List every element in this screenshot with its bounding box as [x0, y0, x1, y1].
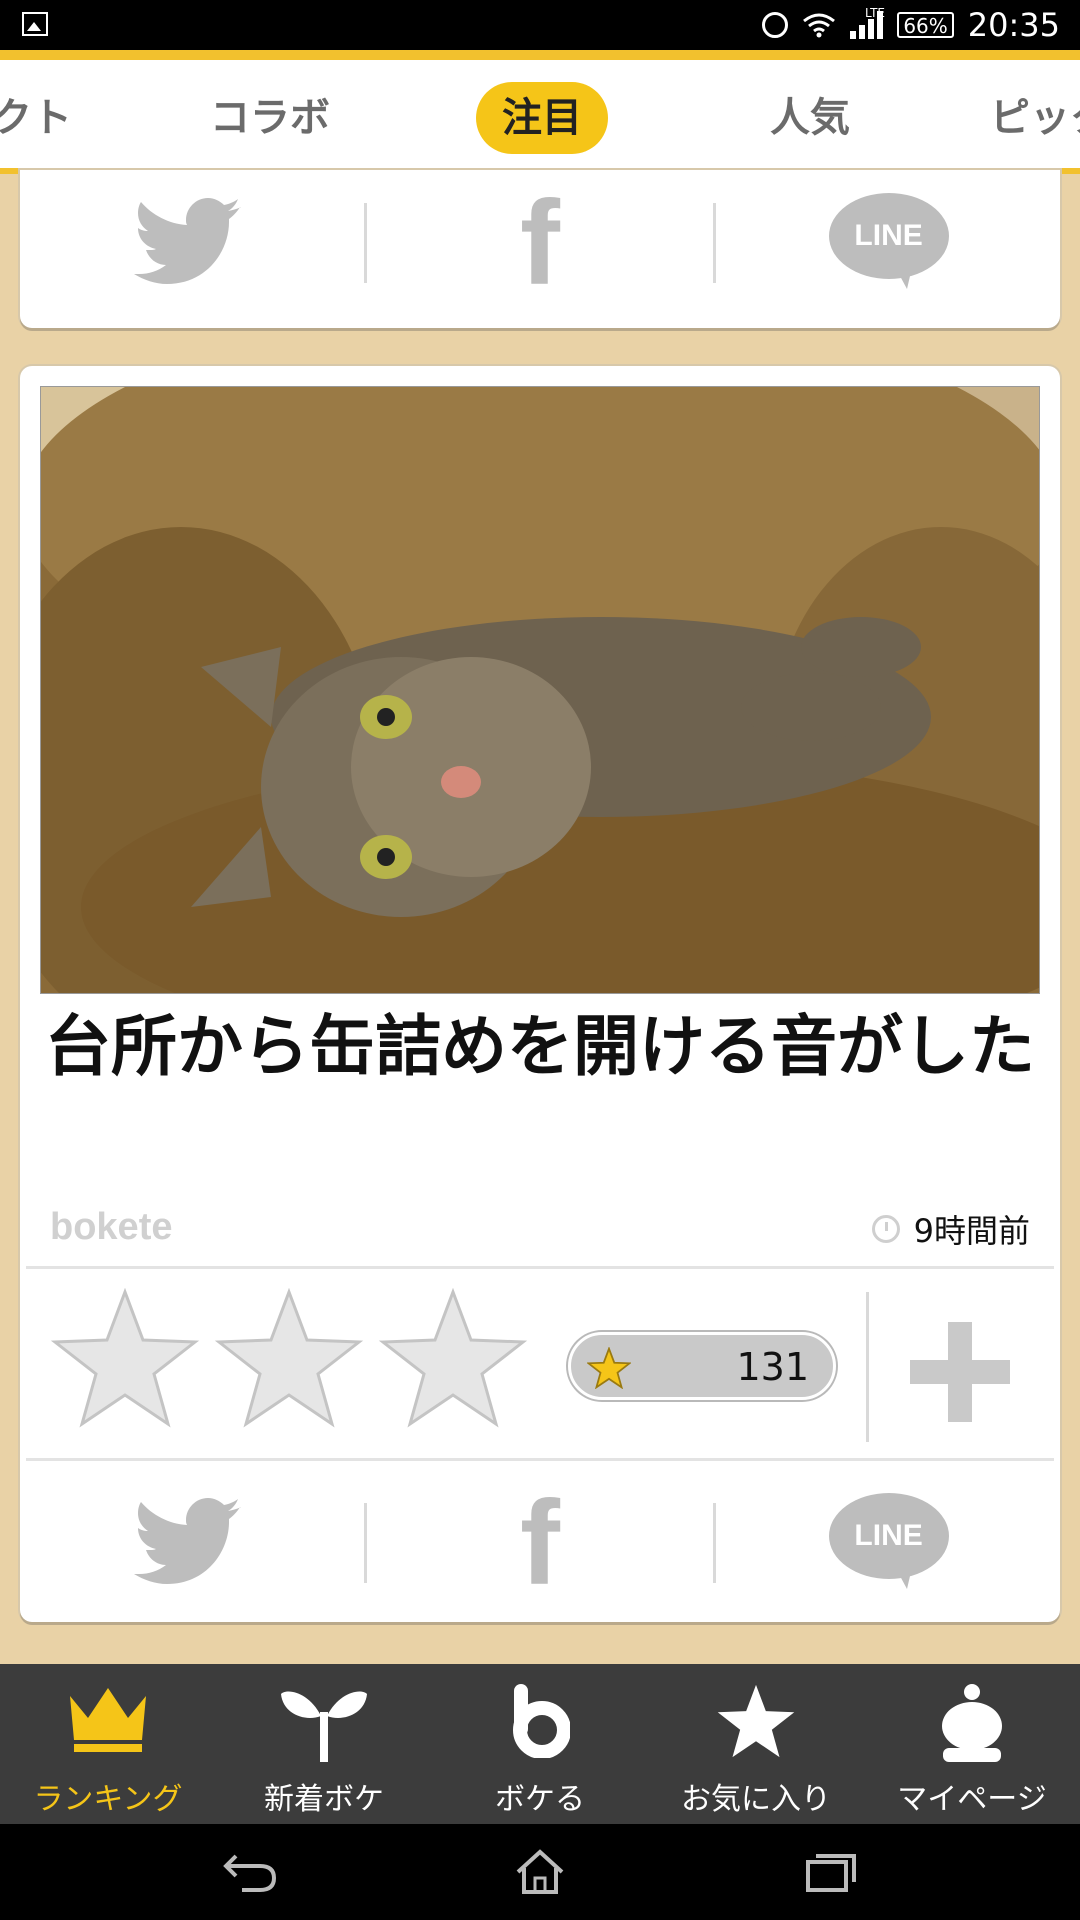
nav-favorites[interactable]: お気に入り [648, 1664, 864, 1824]
share-divider [364, 1503, 368, 1583]
facebook-icon: f [520, 176, 560, 310]
tab-select[interactable]: クト [0, 82, 72, 154]
share-divider [712, 1503, 716, 1583]
rating-row: 131 [20, 1272, 1060, 1462]
cat-photo-image [41, 387, 1039, 993]
facebook-share-button[interactable]: f [370, 178, 710, 308]
twitter-icon [134, 198, 242, 284]
rating-divider [866, 1292, 869, 1442]
tab-popular[interactable]: 人気 [770, 82, 850, 154]
system-navigation [0, 1824, 1080, 1920]
nav-new-boke[interactable]: 新着ボケ [216, 1664, 432, 1824]
twitter-share-button[interactable] [21, 1478, 361, 1608]
user-icon [942, 1684, 1002, 1762]
signal-icon [850, 11, 884, 39]
gallery-notification-icon [22, 12, 48, 36]
line-icon: LINE [828, 193, 949, 293]
wifi-icon [802, 12, 836, 38]
home-icon[interactable] [510, 1848, 570, 1896]
add-favorite-button[interactable] [910, 1322, 1010, 1422]
clock-icon [871, 1215, 900, 1243]
star-icon [717, 1684, 795, 1758]
sprout-icon [281, 1691, 367, 1762]
gold-star-icon [587, 1347, 631, 1389]
post-time: 9時間前 [871, 1206, 1030, 1252]
tab-pickup[interactable]: ピック [990, 82, 1080, 154]
line-icon: LINE [828, 1493, 949, 1593]
divider [26, 1266, 1054, 1269]
back-icon[interactable] [220, 1848, 280, 1896]
post-photo[interactable] [40, 386, 1040, 994]
previous-post-card: f LINE [20, 170, 1060, 328]
twitter-icon [134, 1498, 242, 1584]
crown-icon [70, 1688, 146, 1752]
line-share-button[interactable]: LINE [719, 1478, 1059, 1608]
share-divider [364, 203, 368, 283]
nav-ranking[interactable]: ランキング [0, 1664, 216, 1824]
share-divider [712, 203, 716, 283]
divider [26, 1458, 1054, 1461]
nav-post-boke[interactable]: ボケる [432, 1664, 648, 1824]
nav-mypage[interactable]: マイページ [864, 1664, 1080, 1824]
tab-featured[interactable]: 注目 [476, 82, 608, 154]
bottom-navigation: ランキング 新着ボケ ボケる お気に入り マイページ [0, 1664, 1080, 1824]
clock: 20:35 [967, 6, 1060, 44]
recent-apps-icon[interactable] [800, 1848, 860, 1896]
bokete-logo: bokete [50, 1206, 173, 1248]
facebook-icon: f [520, 1476, 560, 1610]
twitter-share-button[interactable] [21, 178, 361, 308]
rating-count: 131 [736, 1345, 809, 1389]
rating-count-badge: 131 [568, 1332, 836, 1400]
battery-indicator: 66% [897, 12, 954, 38]
category-tabs: クト コラボ 注目 人気 ピック [0, 50, 1080, 174]
b-logo-icon [513, 1684, 570, 1758]
post-caption: 台所から缶詰めを開ける音がした [45, 1008, 1035, 1085]
facebook-share-button[interactable]: f [370, 1478, 710, 1608]
status-bar: LTE 66% 20:35 [0, 0, 1080, 50]
rate-star-1-icon[interactable] [50, 1288, 200, 1428]
alarm-icon [762, 12, 789, 38]
tab-collabo[interactable]: コラボ [210, 82, 330, 154]
line-share-button[interactable]: LINE [719, 178, 1059, 308]
rate-star-3-icon[interactable] [378, 1288, 528, 1428]
rate-star-2-icon[interactable] [214, 1288, 364, 1428]
time-ago-text: 9時間前 [913, 1212, 1030, 1250]
post-card: 台所から缶詰めを開ける音がした bokete 9時間前 131 f LINE [20, 366, 1060, 1622]
